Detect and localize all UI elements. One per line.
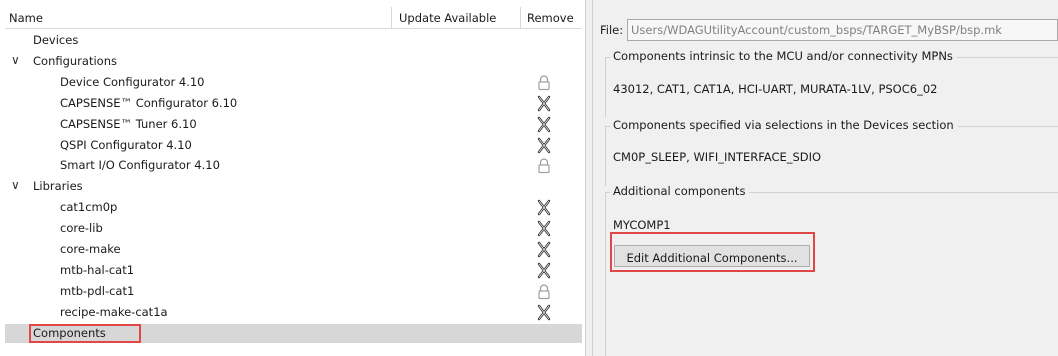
tree-item-label: cat1cm0p	[60, 200, 118, 215]
tree-item-label: mtb-pdl-cat1	[60, 283, 135, 298]
group-title: Additional components	[610, 184, 750, 198]
group-title: Components intrinsic to the MCU and/or c…	[610, 49, 957, 63]
tree-item[interactable]: Smart I/O Configurator 4.10	[5, 156, 582, 175]
column-separator[interactable]	[391, 7, 392, 29]
tree-item[interactable]: QSPI Configurator 4.10	[5, 136, 582, 155]
remove-x-icon[interactable]	[536, 304, 552, 321]
column-header-remove[interactable]: Remove	[527, 11, 574, 25]
additional-components-value: MYCOMP1	[613, 218, 671, 232]
tree-item[interactable]: Device Configurator 4.10	[5, 73, 582, 92]
remove-x-icon[interactable]	[536, 262, 552, 279]
remove-x-icon[interactable]	[536, 95, 552, 112]
highlight-box	[29, 323, 141, 343]
tree-header: Name Update Available Remove	[5, 7, 582, 29]
device-components-group: Components specified via selections in t…	[605, 118, 1058, 186]
component-tree: Name Update Available Remove Devices ∨ Con…	[5, 7, 582, 356]
tree-item[interactable]: core-lib	[5, 219, 582, 238]
chevron-down-icon[interactable]: ∨	[11, 178, 20, 192]
column-header-name[interactable]: Name	[9, 11, 43, 25]
group-border	[605, 192, 1058, 356]
tree-item[interactable]: recipe-make-cat1a	[5, 303, 582, 322]
details-panel: File: Users/WDAGUtilityAccount/custom_bs…	[593, 0, 1058, 356]
file-label: File:	[600, 23, 624, 37]
tree-item-label: CAPSENSE™ Tuner 6.10	[60, 116, 197, 131]
tree-item[interactable]: CAPSENSE™ Configurator 6.10	[5, 94, 582, 113]
tree-item[interactable]: CAPSENSE™ Tuner 6.10	[5, 115, 582, 134]
remove-x-icon[interactable]	[536, 220, 552, 237]
tree-item-label: mtb-hal-cat1	[60, 262, 135, 277]
column-header-update-available[interactable]: Update Available	[399, 11, 496, 25]
intrinsic-components-group: Components intrinsic to the MCU and/or c…	[605, 49, 1058, 117]
tree-item-label: core-make	[60, 242, 121, 256]
tree-item-label: CAPSENSE™ Configurator 6.10	[60, 95, 238, 110]
tree-item[interactable]: mtb-hal-cat1	[5, 261, 582, 280]
lock-icon	[536, 283, 552, 300]
lock-icon	[536, 157, 552, 174]
edit-additional-components-button[interactable]: Edit Additional Components...	[614, 245, 810, 267]
tree-item[interactable]: Devices	[5, 31, 582, 50]
lock-icon	[536, 74, 552, 91]
remove-x-icon[interactable]	[536, 199, 552, 216]
tree-item[interactable]: cat1cm0p	[5, 198, 582, 217]
tree-item-label: Smart I/O Configurator 4.10	[60, 158, 220, 173]
column-separator[interactable]	[520, 7, 521, 29]
tree-item-label: Libraries	[33, 179, 83, 194]
tree-item-label: Devices	[33, 33, 79, 47]
remove-x-icon[interactable]	[536, 137, 552, 154]
file-path-field[interactable]: Users/WDAGUtilityAccount/custom_bsps/TAR…	[627, 19, 1058, 41]
remove-x-icon[interactable]	[536, 241, 552, 258]
tree-item-label: recipe-make-cat1a	[60, 304, 168, 319]
tree-item-label: core-lib	[60, 221, 103, 236]
tree-item[interactable]: Components	[5, 323, 582, 343]
tree-item[interactable]: mtb-pdl-cat1	[5, 282, 582, 301]
intrinsic-components-value: 43012, CAT1, CAT1A, HCI-UART, MURATA-1LV…	[613, 82, 938, 96]
split-pane-divider[interactable]	[585, 0, 593, 356]
tree-item-label: Configurations	[33, 53, 117, 68]
device-components-value: CM0P_SLEEP, WIFI_INTERFACE_SDIO	[613, 150, 822, 164]
tree-item[interactable]: core-make	[5, 240, 582, 259]
remove-x-icon[interactable]	[536, 116, 552, 133]
tree-item-label: QSPI Configurator 4.10	[60, 137, 192, 152]
chevron-down-icon[interactable]: ∨	[11, 53, 20, 67]
tree-item[interactable]: ∨ Libraries	[5, 177, 582, 196]
tree-item[interactable]: ∨ Configurations	[5, 52, 582, 71]
tree-item-label: Device Configurator 4.10	[60, 74, 205, 89]
group-title: Components specified via selections in t…	[610, 118, 958, 132]
